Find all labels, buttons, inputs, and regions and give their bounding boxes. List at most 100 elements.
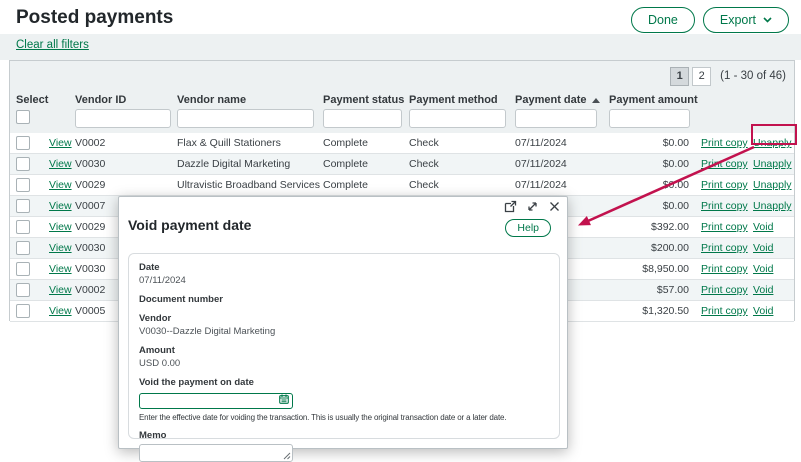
payment-method-filter-input[interactable]: [409, 109, 506, 128]
row-checkbox[interactable]: [16, 262, 30, 276]
help-button[interactable]: Help: [505, 219, 551, 237]
payment-amount-filter-input[interactable]: [609, 109, 690, 128]
vendor-id-cell: V0029: [75, 217, 105, 237]
page-2-button[interactable]: 2: [692, 67, 711, 86]
print-copy-link[interactable]: Print copy: [701, 301, 748, 321]
amount-value: USD 0.00: [139, 358, 549, 369]
document-number-label: Document number: [139, 294, 549, 305]
void-link[interactable]: Void: [753, 259, 773, 279]
payment-method-cell: Check: [409, 154, 439, 174]
vendor-id-filter-input[interactable]: [75, 109, 171, 128]
vendor-id-column-header: Vendor ID: [75, 94, 126, 106]
vendor-value: V0030--Dazzle Digital Marketing: [139, 326, 549, 337]
payment-status-cell: Complete: [323, 175, 368, 195]
pagination: 1 2 (1 - 30 of 46): [670, 66, 786, 86]
table-header-row: Select Vendor ID Vendor name Payment sta…: [10, 89, 794, 133]
payment-amount-cell: $1,320.50: [570, 301, 689, 321]
vendor-id-cell: V0005: [75, 301, 105, 321]
payment-amount-column-header: Payment amount: [609, 94, 698, 106]
view-link[interactable]: View: [49, 301, 72, 321]
row-checkbox[interactable]: [16, 199, 30, 213]
row-checkbox[interactable]: [16, 157, 30, 171]
void-link[interactable]: Void: [753, 280, 773, 300]
print-copy-link[interactable]: Print copy: [701, 238, 748, 258]
close-icon[interactable]: [548, 200, 561, 213]
view-link[interactable]: View: [49, 280, 72, 300]
payment-status-column-header: Payment status: [323, 94, 404, 106]
void-date-label: Void the payment on date: [139, 377, 549, 388]
payment-date-column-header[interactable]: Payment date: [515, 94, 600, 106]
header-actions: Done Export: [631, 7, 789, 33]
print-copy-link[interactable]: Print copy: [701, 280, 748, 300]
payment-status-filter-input[interactable]: [323, 109, 402, 128]
filters-band: Clear all filters: [0, 34, 801, 60]
memo-label: Memo: [139, 430, 549, 441]
payment-status-cell: Complete: [323, 133, 368, 153]
open-new-window-icon[interactable]: [504, 200, 517, 213]
row-checkbox[interactable]: [16, 136, 30, 150]
table-row: ViewV0030Dazzle Digital MarketingComplet…: [10, 154, 794, 175]
row-checkbox[interactable]: [16, 178, 30, 192]
print-copy-link[interactable]: Print copy: [701, 196, 748, 216]
print-copy-link[interactable]: Print copy: [701, 133, 748, 153]
clear-all-filters-link[interactable]: Clear all filters: [16, 39, 89, 51]
date-value: 07/11/2024: [139, 275, 549, 286]
page-1-button[interactable]: 1: [670, 67, 689, 86]
export-button[interactable]: Export: [703, 7, 789, 33]
payment-amount-cell: $0.00: [570, 133, 689, 153]
payment-amount-cell: $392.00: [570, 217, 689, 237]
payment-amount-cell: $8,950.00: [570, 259, 689, 279]
vendor-id-cell: V0029: [75, 175, 105, 195]
unapply-link[interactable]: Unapply: [753, 154, 792, 174]
memo-input[interactable]: [139, 444, 293, 462]
payment-date-cell: 07/11/2024: [515, 175, 567, 195]
row-checkbox[interactable]: [16, 241, 30, 255]
void-link[interactable]: Void: [753, 217, 773, 237]
payment-method-cell: Check: [409, 175, 439, 195]
vendor-name-cell: Flax & Quill Stationers: [177, 133, 281, 153]
modal-title: Void payment date: [128, 217, 251, 233]
vendor-name-cell: Ultravistic Broadband Services: [177, 175, 320, 195]
payment-method-cell: Check: [409, 133, 439, 153]
expand-icon[interactable]: [526, 200, 539, 213]
unapply-link[interactable]: Unapply: [753, 196, 792, 216]
view-link[interactable]: View: [49, 259, 72, 279]
view-link[interactable]: View: [49, 154, 72, 174]
void-date-input[interactable]: [139, 393, 293, 409]
print-copy-link[interactable]: Print copy: [701, 175, 748, 195]
payment-amount-cell: $0.00: [570, 196, 689, 216]
unapply-link[interactable]: Unapply: [753, 175, 792, 195]
payment-date-filter-input[interactable]: [515, 109, 597, 128]
view-link[interactable]: View: [49, 133, 72, 153]
pagination-range: (1 - 30 of 46): [720, 70, 786, 82]
payment-method-column-header: Payment method: [409, 94, 498, 106]
select-all-checkbox[interactable]: [16, 110, 30, 124]
vendor-name-filter-input[interactable]: [177, 109, 314, 128]
done-button[interactable]: Done: [631, 7, 695, 33]
vendor-label: Vendor: [139, 313, 549, 324]
payment-date-cell: 07/11/2024: [515, 154, 567, 174]
print-copy-link[interactable]: Print copy: [701, 259, 748, 279]
print-copy-link[interactable]: Print copy: [701, 217, 748, 237]
row-checkbox[interactable]: [16, 283, 30, 297]
vendor-id-cell: V0007: [75, 196, 105, 216]
void-link[interactable]: Void: [753, 238, 773, 258]
void-payment-form: Date 07/11/2024 Document number Vendor V…: [128, 253, 560, 439]
table-row: ViewV0002Flax & Quill StationersComplete…: [10, 133, 794, 154]
void-link[interactable]: Void: [753, 301, 773, 321]
view-link[interactable]: View: [49, 238, 72, 258]
view-link[interactable]: View: [49, 217, 72, 237]
calendar-icon[interactable]: [279, 394, 289, 404]
unapply-link[interactable]: Unapply: [753, 133, 792, 153]
view-link[interactable]: View: [49, 196, 72, 216]
payment-date-cell: 07/11/2024: [515, 133, 567, 153]
void-payment-date-modal: Void payment date Help Date 07/11/2024 D…: [118, 196, 568, 449]
select-column-header: Select: [16, 94, 48, 106]
vendor-name-cell: Dazzle Digital Marketing: [177, 154, 290, 174]
row-checkbox[interactable]: [16, 220, 30, 234]
row-checkbox[interactable]: [16, 304, 30, 318]
view-link[interactable]: View: [49, 175, 72, 195]
print-copy-link[interactable]: Print copy: [701, 154, 748, 174]
vendor-id-cell: V0002: [75, 280, 105, 300]
page-title: Posted payments: [16, 7, 173, 29]
